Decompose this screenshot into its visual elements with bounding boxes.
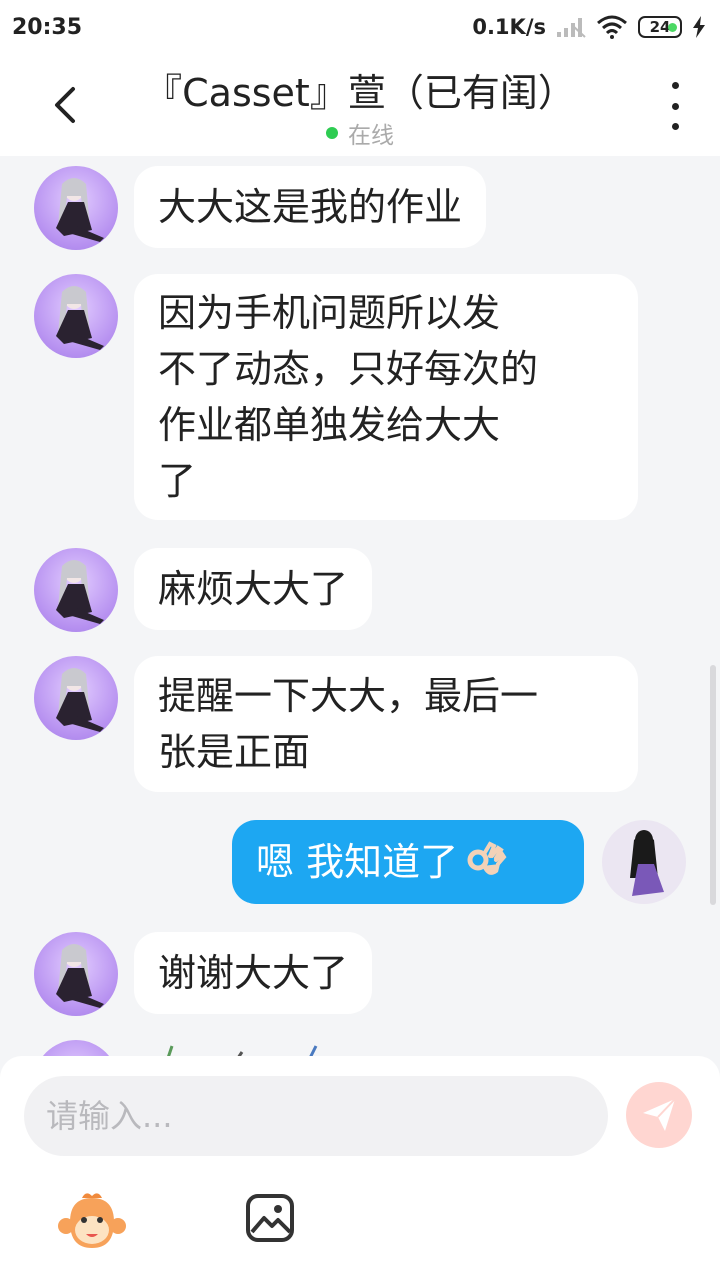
girl-silhouette-icon <box>630 830 664 896</box>
contact-avatar[interactable] <box>34 932 118 1016</box>
anime-character-icon <box>56 178 104 242</box>
contact-avatar[interactable] <box>34 548 118 632</box>
message-text-line: 了 <box>158 459 197 503</box>
status-indicators: 0.1K/s 24 <box>472 15 706 39</box>
send-button[interactable] <box>626 1082 692 1148</box>
network-speed: 0.1K/s <box>472 15 546 39</box>
message-text: 麻烦大大了 <box>158 567 349 611</box>
wifi-icon <box>597 15 627 39</box>
anime-character-icon <box>56 668 104 732</box>
chat-header: 『Casset』萱（已有闺） 在线 <box>0 54 720 156</box>
contact-avatar[interactable] <box>34 166 118 250</box>
contact-avatar[interactable] <box>34 274 118 358</box>
message-input[interactable] <box>24 1076 608 1156</box>
my-message-bubble[interactable]: 嗯 我知道了 <box>232 820 584 904</box>
message-text: 谢谢大大了 <box>158 951 349 995</box>
composer-panel <box>0 1056 720 1280</box>
message-bubble[interactable]: 提醒一下大大，最后一 张是正面 <box>134 656 638 792</box>
charging-bolt-icon <box>693 16 705 38</box>
contact-avatar[interactable] <box>34 656 118 740</box>
cellular-signal-icon <box>557 18 586 38</box>
status-time: 20:35 <box>12 14 83 40</box>
message-text-line: 作业都单独发给大大 <box>158 403 501 447</box>
message-bubble[interactable]: 因为手机问题所以发 不了动态，只好每次的 作业都单独发给大大 了 <box>134 274 638 520</box>
more-options-button[interactable] <box>660 82 690 130</box>
message-text-line: 不了动态，只好每次的 <box>158 347 539 391</box>
paper-plane-icon <box>643 1098 676 1131</box>
online-dot-icon <box>326 127 338 139</box>
image-icon <box>246 1194 294 1242</box>
message-text: 嗯 我知道了 <box>256 840 459 884</box>
my-avatar[interactable] <box>602 820 686 904</box>
message-text: 大大这是我的作业 <box>158 185 463 229</box>
message-bubble[interactable]: 麻烦大大了 <box>134 548 373 630</box>
chat-title: 『Casset』萱（已有闺） <box>144 71 576 115</box>
status-bar: 20:35 0.1K/s 24 <box>0 0 720 54</box>
monkey-face-icon <box>58 1193 126 1248</box>
presence-status: 在线 <box>0 116 720 150</box>
anime-character-icon <box>56 560 104 624</box>
message-text-line: 张是正面 <box>158 730 311 774</box>
message-bubble[interactable]: 谢谢大大了 <box>134 932 373 1014</box>
message-text-line: 提醒一下大大，最后一 <box>158 674 539 718</box>
anime-character-icon <box>56 944 104 1008</box>
ok-hand-icon <box>467 841 507 875</box>
message-bubble[interactable]: 大大这是我的作业 <box>134 166 487 248</box>
message-text-line: 因为手机问题所以发 <box>158 291 501 335</box>
image-button[interactable] <box>244 1192 296 1244</box>
presence-label: 在线 <box>348 123 394 149</box>
scrollbar[interactable] <box>710 665 716 905</box>
emoji-button[interactable] <box>56 1188 128 1260</box>
anime-character-icon <box>56 286 104 350</box>
battery-icon: 24 <box>638 16 682 38</box>
